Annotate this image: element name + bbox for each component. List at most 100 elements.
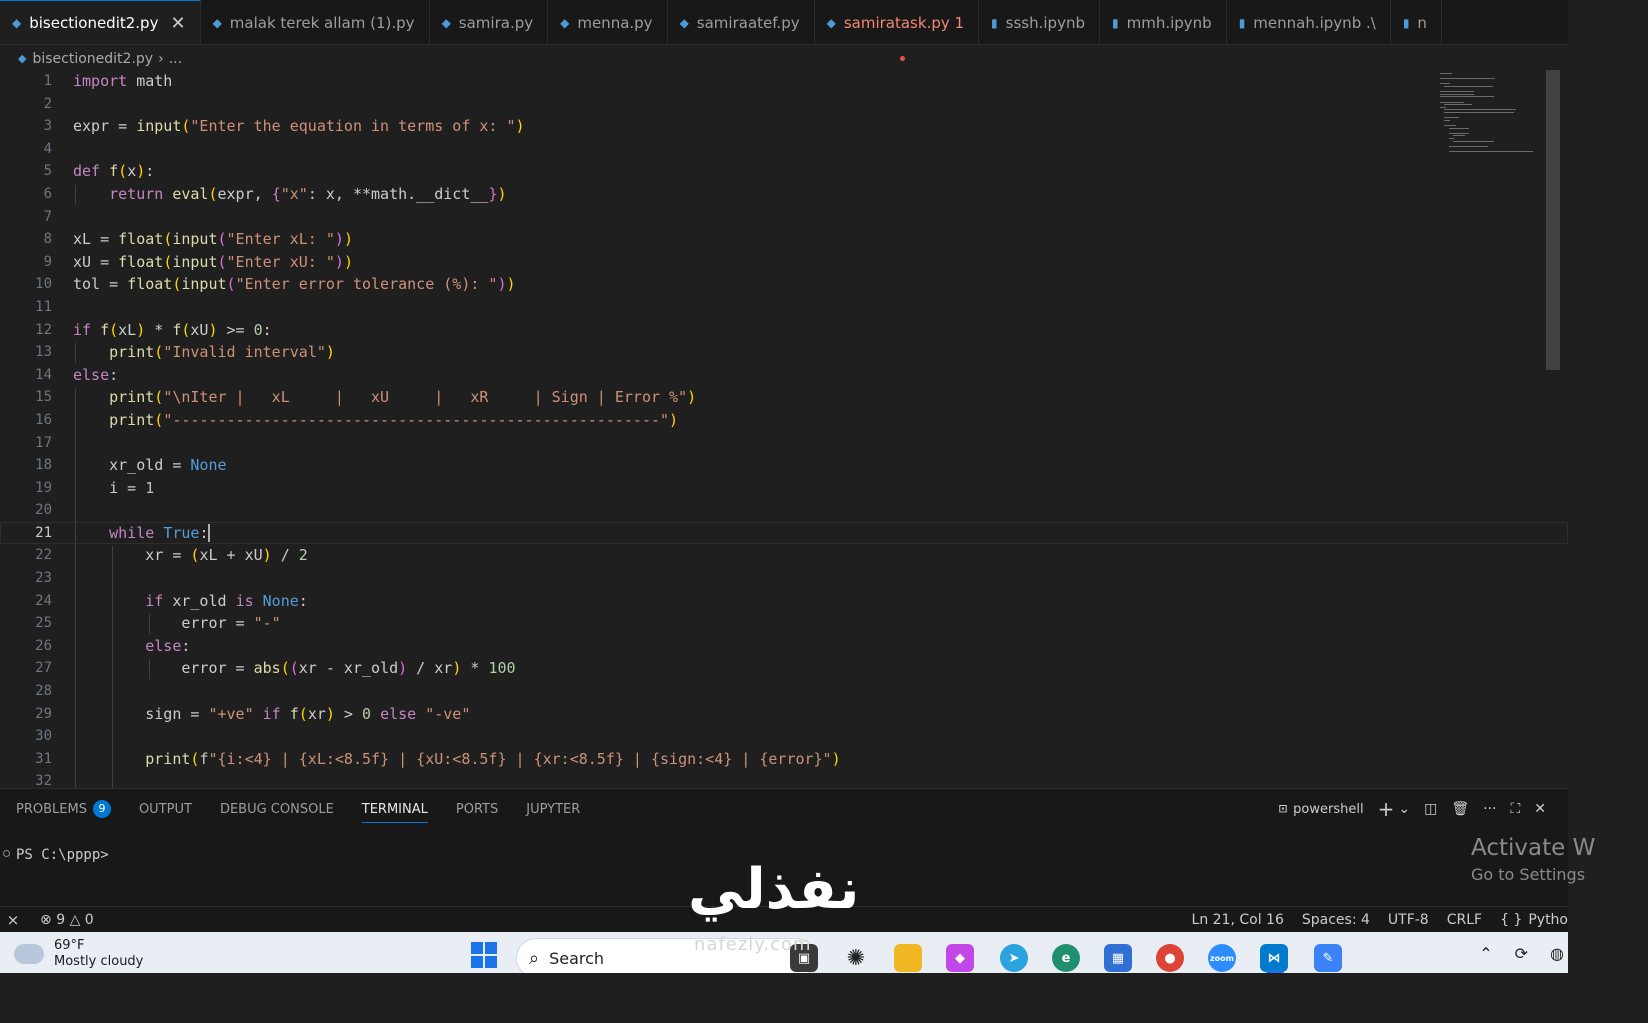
weather-widget[interactable]: 69°F Mostly cloudy: [14, 938, 143, 970]
tab-7[interactable]: ▮ mmh.ipynb: [1100, 0, 1227, 44]
more-actions-button[interactable]: ···: [1483, 801, 1496, 817]
code-line[interactable]: error = abs((xr - xr_old) / xr) * 100: [73, 657, 1428, 680]
tab-9[interactable]: ▮ n: [1391, 0, 1442, 44]
code-line[interactable]: print(f"{i:<4} | {xL:<8.5f} | {xU:<8.5f}…: [73, 748, 1428, 771]
panel-tab-jupyter[interactable]: JUPYTER: [526, 789, 580, 829]
panel-tab-debug-console[interactable]: DEBUG CONSOLE: [220, 789, 334, 829]
code-line[interactable]: error = "-": [73, 612, 1428, 635]
code-line[interactable]: xr = (xL + xU) / 2: [73, 544, 1428, 567]
code-line[interactable]: [73, 432, 1428, 455]
code-line[interactable]: [73, 93, 1428, 116]
tab-5[interactable]: ◆ samiratask.py 1: [815, 0, 980, 44]
code-line[interactable]: xU = float(input("Enter xU: ")): [73, 251, 1428, 274]
tab-2[interactable]: ◆ samira.py: [430, 0, 549, 44]
tab-0[interactable]: ◆ bisectionedit2.py ✕: [0, 0, 201, 44]
network-icon[interactable]: ◍: [1550, 944, 1564, 963]
tab-label: samiraatef.py: [696, 13, 800, 32]
start-button[interactable]: [471, 942, 497, 968]
tab-4[interactable]: ◆ samiraatef.py: [668, 0, 815, 44]
code-line[interactable]: if f(xL) * f(xU) >= 0:: [73, 319, 1428, 342]
code-line[interactable]: [73, 296, 1428, 319]
copilot-icon[interactable]: ◆: [946, 944, 974, 972]
code-line[interactable]: [73, 680, 1428, 703]
line-number: 6: [43, 185, 52, 202]
breadcrumb-more[interactable]: ...: [169, 51, 182, 67]
code-line[interactable]: [73, 138, 1428, 161]
minimap[interactable]: [1432, 70, 1542, 190]
kill-terminal-button[interactable]: 🗑: [1451, 801, 1469, 817]
code-editor[interactable]: 1 2 3 4 5 6 7 8 9 10 11 12 13 14 15 16 17 18 19 20 21 22 23 24 2…: [0, 70, 1568, 788]
warning-count: 0: [84, 911, 94, 928]
minimap-line: [1444, 117, 1459, 119]
code-line[interactable]: [73, 499, 1428, 522]
tab-label: samiratask.py 1: [843, 13, 965, 32]
refresh-icon[interactable]: ⟳: [1515, 944, 1528, 963]
close-icon[interactable]: ✕: [170, 13, 185, 34]
terminal-prompt[interactable]: PS C:\pppp>: [16, 847, 109, 863]
minimap-line: [1453, 135, 1466, 137]
tab-8[interactable]: ▮ mennah.ipynb .\: [1227, 0, 1391, 44]
code-line[interactable]: xr_old = None: [73, 454, 1428, 477]
editor-scrollbar[interactable]: [1546, 70, 1560, 370]
code-line[interactable]: print("Invalid interval"): [73, 341, 1428, 364]
remote-icon[interactable]: ⨯: [0, 911, 26, 929]
shell-name[interactable]: powershell: [1293, 802, 1363, 817]
code-line[interactable]: xL = float(input("Enter xL: ")): [73, 228, 1428, 251]
panel-tab-ports[interactable]: PORTS: [456, 789, 498, 829]
language-mode[interactable]: Pytho: [1528, 912, 1568, 928]
panel-tab-terminal[interactable]: TERMINAL: [361, 789, 429, 829]
code-line[interactable]: def f(x):: [73, 160, 1428, 183]
code-line[interactable]: while True:: [0, 521, 1568, 545]
text-cursor: [208, 524, 211, 543]
code-lines[interactable]: import math expr = input("Enter the equat…: [0, 70, 1568, 788]
tab-6[interactable]: ▮ sssh.ipynb: [979, 0, 1100, 44]
code-line[interactable]: if xr_old is None:: [73, 590, 1428, 613]
maximize-panel-button[interactable]: ⛶: [1510, 801, 1520, 817]
tab-3[interactable]: ◆ menna.py: [548, 0, 668, 44]
breadcrumb-file[interactable]: bisectionedit2.py: [32, 51, 153, 67]
panel-tab-output[interactable]: OUTPUT: [139, 789, 192, 829]
line-number: 16: [35, 411, 52, 428]
panel-tab-problems[interactable]: PROBLEMS 9: [16, 789, 111, 829]
new-terminal-button[interactable]: +: [1378, 797, 1395, 821]
code-line[interactable]: [73, 770, 1428, 788]
tray-chevron-icon[interactable]: ⌃: [1479, 944, 1492, 963]
line-number: 8: [43, 231, 52, 248]
problems-status[interactable]: ⊗ 9 △ 0: [40, 912, 94, 928]
code-line[interactable]: [73, 206, 1428, 229]
breadcrumb: ◆ bisectionedit2.py › ...: [0, 45, 1568, 72]
telegram-icon[interactable]: ➤: [1000, 944, 1028, 972]
tab-1[interactable]: ◆ malak terek allam (1).py: [201, 0, 430, 44]
code-line[interactable]: return eval(expr, {"x": x, **math.__dict…: [73, 183, 1428, 206]
edge-icon[interactable]: e: [1052, 944, 1080, 972]
code-line[interactable]: tol = float(input("Enter error tolerance…: [73, 273, 1428, 296]
cursor-position[interactable]: Ln 21, Col 16: [1192, 912, 1284, 928]
code-line[interactable]: i = 1: [73, 477, 1428, 500]
encoding[interactable]: UTF-8: [1388, 912, 1429, 928]
code-line[interactable]: expr = input("Enter the equation in term…: [73, 115, 1428, 138]
panel-tab-label: PROBLEMS: [16, 801, 87, 817]
paint-icon[interactable]: ✎: [1314, 944, 1342, 972]
file-explorer-icon[interactable]: [894, 944, 922, 972]
code-line[interactable]: else:: [73, 364, 1428, 387]
code-line[interactable]: print("---------------------------------…: [73, 409, 1428, 432]
close-panel-button[interactable]: ✕: [1534, 801, 1546, 817]
terminal-dropdown-button[interactable]: ⌄: [1398, 801, 1410, 817]
chatgpt-icon[interactable]: ✺: [842, 944, 870, 972]
code-line[interactable]: sign = "+ve" if f(xr) > 0 else "-ve": [73, 703, 1428, 726]
chrome-icon[interactable]: ●: [1156, 944, 1184, 972]
code-line[interactable]: else:: [73, 635, 1428, 658]
code-line[interactable]: import math: [73, 70, 1428, 93]
minimap-line: [1444, 125, 1457, 126]
terminal-toolbar: ⊡ powershell + ⌄ ◫ 🗑 ··· ⛶ ✕: [1265, 789, 1546, 829]
vscode-icon[interactable]: ⋈: [1260, 944, 1288, 972]
zoom-icon[interactable]: zoom: [1208, 944, 1236, 972]
split-terminal-button[interactable]: ◫: [1424, 801, 1437, 817]
tab-label: malak terek allam (1).py: [229, 13, 415, 32]
code-line[interactable]: print("\nIter | xL | xU | xR | Sign | Er…: [73, 386, 1428, 409]
line-ending[interactable]: CRLF: [1447, 912, 1482, 928]
code-line[interactable]: [73, 567, 1428, 590]
code-line[interactable]: [73, 725, 1428, 748]
indentation[interactable]: Spaces: 4: [1302, 912, 1370, 928]
store-icon[interactable]: ▦: [1104, 944, 1132, 972]
